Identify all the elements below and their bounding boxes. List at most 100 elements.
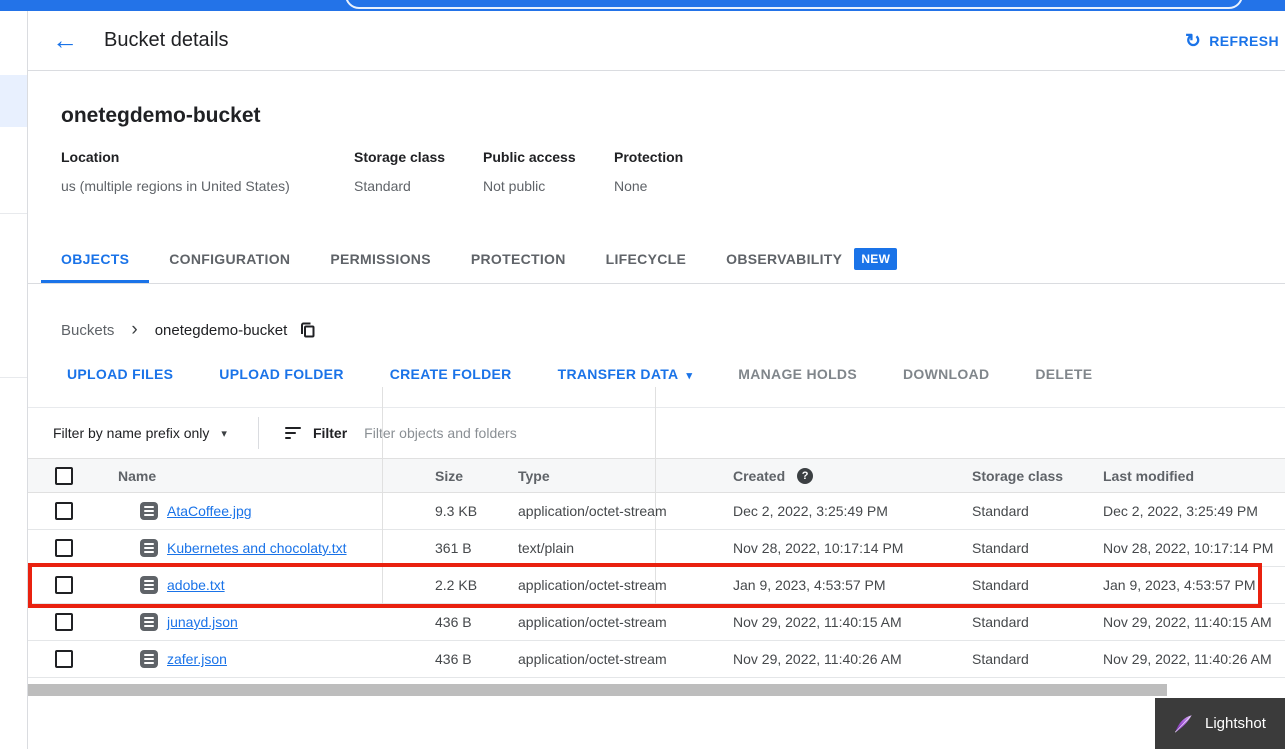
- button-label: DELETE: [1035, 366, 1093, 382]
- info-storage-class: Storage class Standard: [354, 149, 483, 194]
- copy-bucket-name-button[interactable]: [298, 320, 318, 340]
- info-value: None: [614, 178, 648, 194]
- download-button[interactable]: DOWNLOAD: [887, 356, 1005, 392]
- cell-size: 361 B: [435, 540, 472, 556]
- select-all-checkbox[interactable]: [55, 466, 73, 485]
- cell-storage-class: Standard: [972, 577, 1029, 593]
- info-label: Protection: [614, 149, 684, 165]
- tab-permissions[interactable]: PERMISSIONS: [310, 235, 451, 283]
- back-arrow-icon: ←: [52, 25, 78, 55]
- cell-created: Jan 9, 2023, 4:53:57 PM: [733, 577, 886, 593]
- manage-holds-button[interactable]: MANAGE HOLDS: [722, 356, 873, 392]
- cell-last-modified: Jan 9, 2023, 4:53:57 PM: [1103, 577, 1256, 593]
- info-value: us (multiple regions in United States): [61, 178, 290, 194]
- tab-protection[interactable]: PROTECTION: [451, 235, 586, 283]
- upload-folder-button[interactable]: UPLOAD FOLDER: [203, 356, 359, 392]
- cell-last-modified: Nov 28, 2022, 10:17:14 PM: [1103, 540, 1274, 556]
- filter-scope-dropdown[interactable]: Filter by name prefix only ▾: [53, 425, 227, 441]
- row-checkbox-cell: [28, 539, 90, 557]
- tab-label: LIFECYCLE: [605, 251, 687, 267]
- row-checkbox[interactable]: [55, 613, 73, 631]
- chevron-right-icon: ›: [131, 318, 138, 340]
- filter-bar: Filter by name prefix only ▾ Filter: [28, 407, 1285, 458]
- main-content: onetegdemo-bucket Location us (multiple …: [28, 71, 1285, 749]
- cell-type: text/plain: [518, 540, 575, 556]
- lightshot-label: Lightshot: [1205, 715, 1266, 732]
- file-icon: [140, 650, 158, 668]
- tab-objects[interactable]: OBJECTS: [41, 235, 150, 283]
- left-nav-active-item[interactable]: [0, 75, 27, 127]
- page-title: Bucket details: [104, 29, 229, 51]
- cell-name: Kubernetes and chocolaty.txt: [90, 539, 410, 557]
- upload-files-button[interactable]: UPLOAD FILES: [51, 356, 189, 392]
- filter-divider: [257, 417, 259, 449]
- dropdown-caret-icon: ▾: [686, 369, 693, 382]
- tab-bar: OBJECTS CONFIGURATION PERMISSIONS PROTEC…: [28, 235, 1285, 284]
- refresh-button[interactable]: ↻ REFRESH: [1181, 11, 1283, 71]
- create-folder-button[interactable]: CREATE FOLDER: [374, 356, 528, 392]
- filter-list-icon: [284, 427, 301, 439]
- cell-last-modified: Nov 29, 2022, 11:40:26 AM: [1103, 651, 1272, 667]
- row-checkbox[interactable]: [55, 650, 73, 668]
- table-row[interactable]: AtaCoffee.jpg 9.3 KB application/octet-s…: [28, 493, 1285, 530]
- file-icon: [140, 539, 158, 557]
- refresh-icon: ↻: [1184, 30, 1202, 52]
- copy-icon: [301, 322, 315, 338]
- cell-name: AtaCoffee.jpg: [90, 502, 410, 520]
- tab-observability[interactable]: OBSERVABILITY NEW: [706, 235, 917, 283]
- filter-scope-label: Filter by name prefix only: [53, 425, 210, 441]
- cell-created: Nov 29, 2022, 11:40:15 AM: [733, 614, 902, 630]
- new-badge: NEW: [854, 248, 898, 270]
- object-name-link[interactable]: zafer.json: [167, 651, 227, 667]
- transfer-data-button[interactable]: TRANSFER DATA ▾: [542, 356, 709, 392]
- cell-name: zafer.json: [90, 650, 410, 668]
- refresh-label: REFRESH: [1209, 33, 1279, 49]
- table-row[interactable]: zafer.json 436 B application/octet-strea…: [28, 641, 1285, 678]
- left-nav-strip[interactable]: [0, 11, 28, 749]
- cell-type: application/octet-stream: [518, 651, 667, 667]
- row-checkbox[interactable]: [55, 576, 73, 594]
- cell-created: Nov 28, 2022, 10:17:14 PM: [733, 540, 904, 556]
- file-icon: [140, 613, 158, 631]
- column-header-type: Type: [518, 467, 550, 484]
- row-checkbox[interactable]: [55, 502, 73, 520]
- delete-button[interactable]: DELETE: [1019, 356, 1108, 392]
- table-row[interactable]: Kubernetes and chocolaty.txt 361 B text/…: [28, 530, 1285, 567]
- tab-lifecycle[interactable]: LIFECYCLE: [586, 235, 706, 283]
- row-checkbox-cell: [28, 502, 90, 520]
- horizontal-scrollbar-thumb[interactable]: [28, 684, 1167, 696]
- file-icon: [140, 502, 158, 520]
- lightshot-overlay[interactable]: Lightshot: [1155, 698, 1285, 749]
- filter-input[interactable]: [364, 425, 785, 441]
- object-name-link[interactable]: AtaCoffee.jpg: [167, 503, 252, 519]
- cell-type: application/octet-stream: [518, 614, 667, 630]
- tab-label: OBJECTS: [61, 251, 130, 267]
- breadcrumb-buckets-link[interactable]: Buckets: [61, 322, 114, 339]
- info-label: Storage class: [354, 149, 446, 165]
- cell-storage-class: Standard: [972, 540, 1029, 556]
- top-app-bar: [0, 0, 1285, 11]
- cell-last-modified: Nov 29, 2022, 11:40:15 AM: [1103, 614, 1272, 630]
- object-name-link[interactable]: junayd.json: [167, 614, 238, 630]
- tab-configuration[interactable]: CONFIGURATION: [149, 235, 310, 283]
- button-label: UPLOAD FOLDER: [219, 366, 344, 382]
- search-bar-outline[interactable]: [345, 0, 1243, 9]
- table-row[interactable]: adobe.txt 2.2 KB application/octet-strea…: [28, 563, 1285, 608]
- column-header-last-modified: Last modified: [1103, 467, 1195, 484]
- back-button[interactable]: ←: [50, 25, 80, 56]
- object-name-link[interactable]: adobe.txt: [167, 577, 225, 593]
- file-icon: [140, 576, 158, 594]
- row-checkbox[interactable]: [55, 539, 73, 557]
- header-checkbox-cell: [28, 466, 90, 485]
- dropdown-caret-icon: ▾: [221, 427, 227, 440]
- tab-label: OBSERVABILITY: [726, 251, 843, 267]
- breadcrumb-current: onetegdemo-bucket: [154, 321, 288, 339]
- help-icon[interactable]: ?: [797, 467, 814, 484]
- info-protection: Protection None: [614, 149, 683, 194]
- cell-created: Dec 2, 2022, 3:25:49 PM: [733, 503, 888, 519]
- object-table: Name Size Type Created ? Storage class L…: [28, 458, 1285, 678]
- object-name-link[interactable]: Kubernetes and chocolaty.txt: [167, 540, 347, 556]
- table-row[interactable]: junayd.json 436 B application/octet-stre…: [28, 604, 1285, 641]
- button-label: TRANSFER DATA: [557, 366, 679, 382]
- row-checkbox-cell: [28, 576, 90, 594]
